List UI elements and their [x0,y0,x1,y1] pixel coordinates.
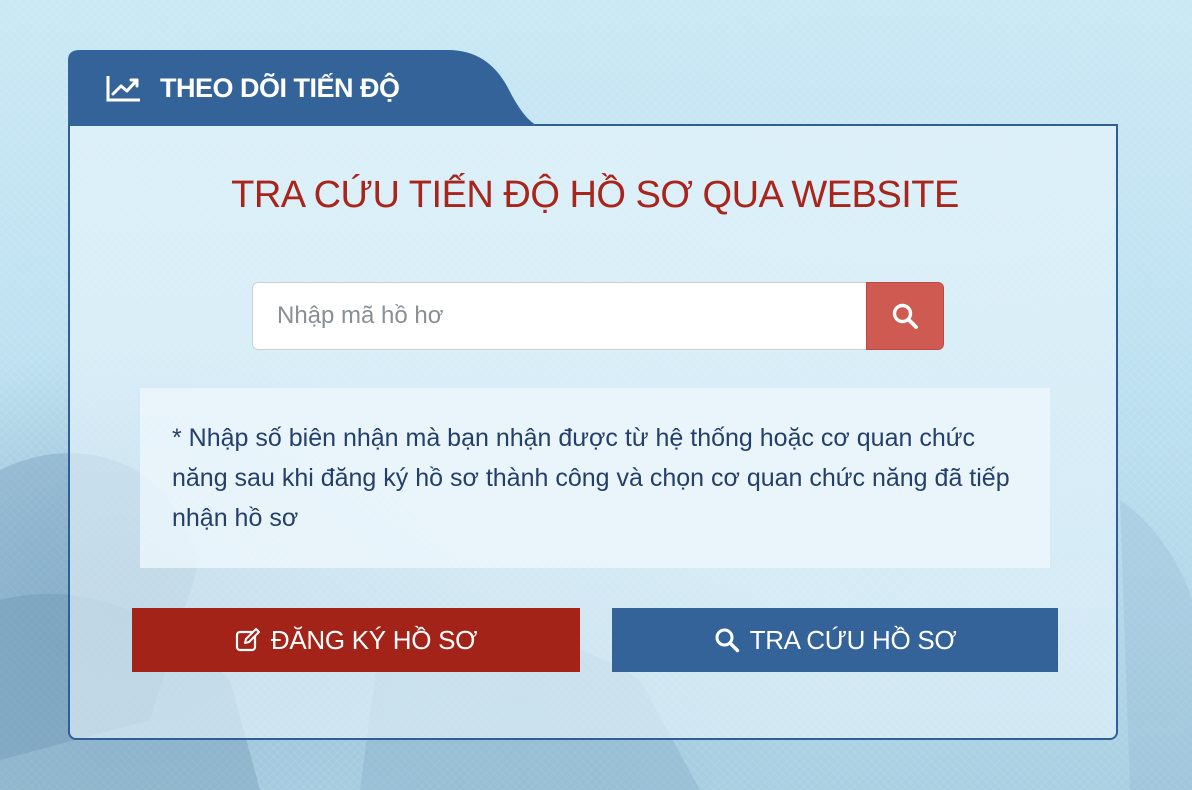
search-button[interactable] [866,282,944,350]
tab-header: THEO DÕI TIẾN ĐỘ [106,70,400,106]
page-title: TRA CỨU TIẾN ĐỘ HỒ SƠ QUA WEBSITE [231,174,959,216]
search-icon [892,303,918,329]
register-dossier-label: ĐĂNG KÝ HỒ SƠ [270,624,478,655]
lookup-dossier-button[interactable]: TRA CỨU HỒ SƠ [612,608,1058,672]
search-group [252,282,944,350]
search-icon [715,628,739,653]
lookup-dossier-label: TRA CỨU HỒ SƠ [749,624,957,655]
edit-icon [235,628,260,652]
tab-progress-tracking: THEO DÕI TIẾN ĐỘ [68,48,538,126]
progress-panel: TRA CỨU TIẾN ĐỘ HỒ SƠ QUA WEBSITE * Nhập… [68,124,1118,740]
instruction-text: * Nhập số biên nhận mà bạn nhận được từ … [172,424,1010,532]
tab-title: THEO DÕI TIẾN ĐỘ [160,72,400,103]
instruction-note: * Nhập số biên nhận mà bạn nhận được từ … [140,388,1050,568]
search-input[interactable] [252,282,866,350]
line-chart-icon [106,76,140,102]
register-dossier-button[interactable]: ĐĂNG KÝ HỒ SƠ [132,608,580,672]
